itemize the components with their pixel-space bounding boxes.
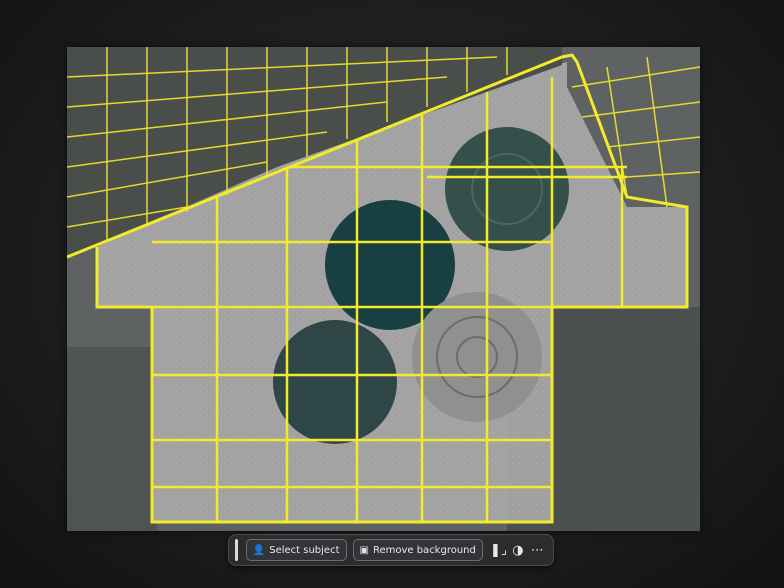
person-icon: 👤 (252, 544, 266, 556)
remove-background-label: Remove background (372, 544, 476, 556)
remove-background-button[interactable]: ▣ Remove background (352, 539, 483, 561)
select-subject-button[interactable]: 👤 Select subject (245, 539, 347, 561)
crop-icon[interactable]: ❚⌟ (489, 543, 508, 558)
field-circle (445, 127, 569, 251)
field-circle (412, 292, 542, 422)
parcel-map (67, 47, 700, 531)
adjust-icon[interactable]: ◑ (508, 543, 527, 558)
image-toolbar: 👤 Select subject ▣ Remove background ❚⌟ … (228, 534, 554, 566)
drag-handle[interactable] (235, 539, 238, 561)
image-icon: ▣ (359, 544, 369, 556)
more-icon[interactable]: ⋯ (528, 543, 547, 558)
aerial-parcel-image (67, 47, 700, 531)
select-subject-label: Select subject (269, 544, 340, 556)
field-circle (273, 320, 397, 444)
